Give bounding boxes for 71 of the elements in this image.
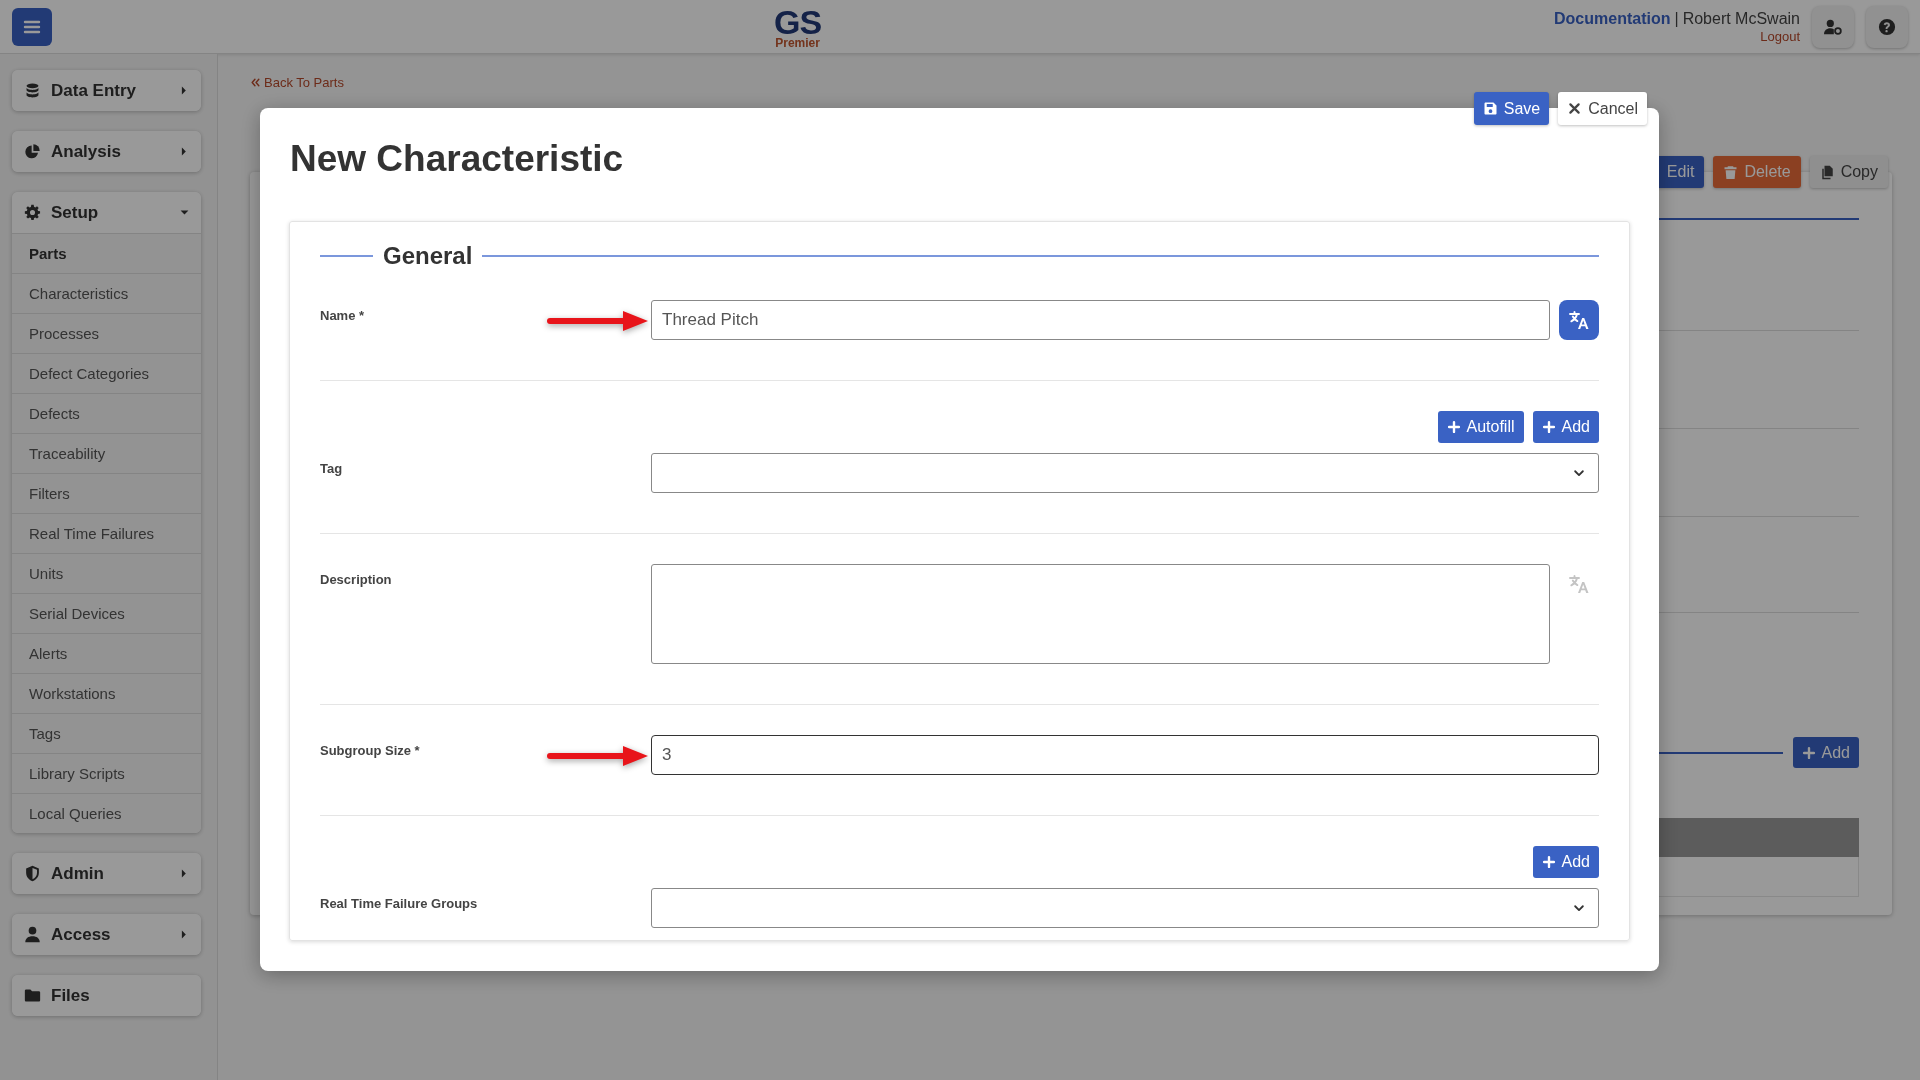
copy-button[interactable]: Copy (1809, 156, 1888, 188)
field-label: Name * (320, 307, 366, 323)
sidebar-item[interactable]: Defects (12, 393, 201, 433)
logout-link[interactable]: Logout (1760, 28, 1800, 45)
add-button[interactable]: Add (1532, 411, 1599, 443)
sidebar-item[interactable]: Processes (12, 313, 201, 353)
text-field[interactable]: Thread Pitch (651, 300, 1550, 340)
sidebar-item[interactable]: Library Scripts (12, 753, 201, 793)
sidebar-item[interactable]: Units (12, 553, 201, 593)
folder-icon (24, 987, 41, 1004)
sidebar-section[interactable]: Setup (12, 192, 201, 233)
user-name: Robert McSwain (1682, 8, 1800, 29)
dropdown-field[interactable] (651, 453, 1599, 493)
pie-chart-icon (24, 143, 41, 160)
sidebar-item[interactable]: Parts (12, 233, 201, 273)
translate-button[interactable] (1559, 300, 1599, 340)
logo-mark: GS (774, 4, 822, 39)
sidebar-item[interactable]: Local Queries (12, 793, 201, 833)
sidebar-item[interactable]: Real Time Failures (12, 513, 201, 553)
documentation-link[interactable]: Documentation (1554, 8, 1671, 29)
sidebar-item[interactable]: Traceability (12, 433, 201, 473)
sidebar-item[interactable]: Defect Categories (12, 353, 201, 393)
help-icon (1878, 17, 1896, 36)
sidebar-section[interactable]: Analysis (12, 131, 201, 172)
menu-button[interactable] (12, 7, 52, 46)
database-icon (24, 82, 41, 99)
copy-icon (1819, 164, 1835, 180)
sidebar-item[interactable]: Workstations (12, 673, 201, 713)
save-icon (1482, 101, 1498, 116)
plus-icon (1541, 855, 1556, 869)
translate-icon (1569, 310, 1589, 330)
add-button[interactable]: Add (1792, 737, 1859, 768)
close-icon (1567, 101, 1583, 116)
translate-icon (1569, 574, 1589, 594)
field-label: Real Time Failure Groups (320, 895, 479, 911)
logo-subtitle: Premier (775, 36, 820, 49)
sidebar-item[interactable]: Filters (12, 473, 201, 513)
sidebar-section[interactable]: Admin (12, 853, 201, 894)
text-area[interactable] (651, 564, 1550, 664)
cancel-button[interactable]: Cancel (1558, 92, 1647, 125)
person-icon (24, 926, 41, 943)
sidebar-section[interactable]: Data Entry (12, 70, 201, 111)
plus-icon (1541, 420, 1556, 434)
plus-icon (1801, 745, 1816, 760)
user-settings-icon (1824, 17, 1842, 36)
back-link[interactable]: Back To Parts (250, 75, 344, 90)
help-button[interactable] (1866, 5, 1908, 48)
save-button[interactable]: Save (1473, 92, 1550, 125)
sidebar-item[interactable]: Characteristics (12, 273, 201, 313)
text-field[interactable]: 3 (651, 735, 1599, 775)
delete-button[interactable]: Delete (1713, 156, 1801, 188)
sidebar-section[interactable]: Files (12, 975, 201, 1016)
field-label: Tag (320, 460, 344, 476)
section-title: General (383, 242, 473, 270)
plus-icon (1446, 420, 1461, 434)
field-label: Description (320, 571, 393, 587)
add-button[interactable]: Add (1532, 846, 1599, 878)
trash-icon (1723, 164, 1739, 180)
add-button[interactable]: Autofill (1437, 411, 1524, 443)
sidebar-item[interactable]: Alerts (12, 633, 201, 673)
shield-icon (24, 865, 41, 882)
settings-icon (24, 204, 41, 221)
sidebar-section[interactable]: Access (12, 914, 201, 955)
dialog-title: New Characteristic (290, 137, 625, 181)
user-settings-button[interactable] (1812, 5, 1854, 48)
sidebar-item[interactable]: Tags (12, 713, 201, 753)
sidebar-item[interactable]: Serial Devices (12, 593, 201, 633)
dropdown-field[interactable] (651, 888, 1599, 928)
double-chevron-icon (250, 77, 261, 88)
field-label: Subgroup Size * (320, 742, 421, 758)
separator: | (1674, 8, 1679, 29)
